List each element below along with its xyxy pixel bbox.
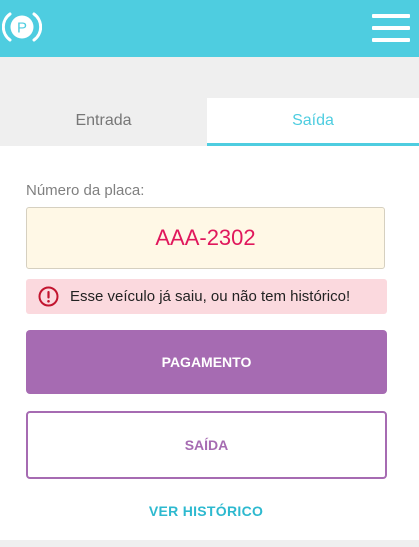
hamburger-menu-icon[interactable] [372, 12, 412, 42]
tab-saida[interactable]: Saída [207, 98, 419, 146]
bottom-divider [0, 540, 419, 547]
error-circle-icon [38, 286, 59, 307]
logo-letter: P [17, 20, 27, 37]
menu-bar-middle [372, 26, 410, 30]
alert-message: Esse veículo já saiu, ou não tem históri… [70, 288, 351, 305]
payment-button[interactable]: PAGAMENTO [26, 330, 387, 394]
plate-label: Número da placa: [26, 182, 145, 199]
error-alert: Esse veículo já saiu, ou não tem históri… [26, 279, 387, 314]
view-history-link[interactable]: VER HISTÓRICO [0, 503, 412, 519]
parking-logo-icon[interactable]: P [2, 9, 42, 45]
menu-bar-bottom [372, 38, 410, 42]
plate-input[interactable] [26, 207, 385, 269]
menu-bar-top [372, 14, 410, 18]
tab-bar: Entrada Saída [0, 98, 419, 146]
exit-button[interactable]: SAÍDA [26, 411, 387, 479]
header-spacer [0, 57, 419, 98]
top-app-bar: P [0, 0, 419, 57]
tab-entrada[interactable]: Entrada [0, 98, 207, 146]
